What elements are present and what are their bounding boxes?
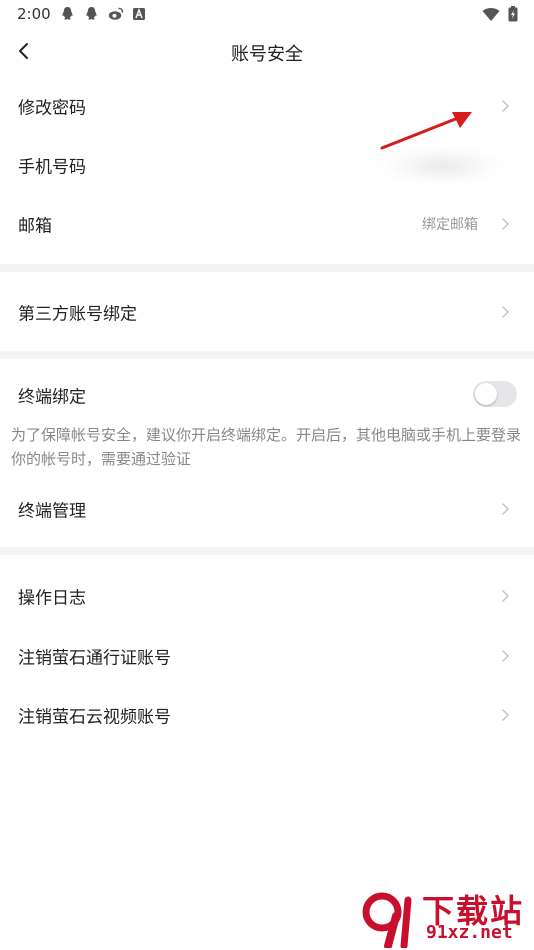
nav-bar: 账号安全 xyxy=(0,28,534,76)
email-row[interactable]: 邮箱 绑定邮箱 xyxy=(0,194,534,253)
chevron-right-icon xyxy=(502,502,509,515)
chevron-right-icon xyxy=(502,708,509,721)
watermark-url: 91xz.net xyxy=(426,922,513,943)
terminal-binding-description: 为了保障帐号安全，建议你开启终端绑定。开启后，其他电脑或手机上要登录你的帐号时，… xyxy=(11,426,522,468)
toggle-knob xyxy=(475,383,497,405)
watermark: 下载站 91xz.net xyxy=(360,886,530,948)
third-party-binding-row[interactable]: 第三方账号绑定 xyxy=(0,282,534,341)
email-label: 邮箱 xyxy=(18,216,52,236)
terminal-manage-row[interactable]: 终端管理 xyxy=(0,479,534,538)
qq-icon xyxy=(60,6,75,21)
chevron-right-icon xyxy=(502,217,509,230)
chevron-right-icon xyxy=(502,589,509,602)
status-bar: 2:00 xyxy=(0,0,534,28)
battery-icon xyxy=(508,6,518,26)
cancel-cloud-account-label: 注销萤石云视频账号 xyxy=(18,707,171,727)
notification-a-icon xyxy=(132,6,147,21)
chevron-right-icon xyxy=(502,649,509,662)
section-divider xyxy=(0,547,534,555)
terminal-binding-row: 终端绑定 xyxy=(0,365,534,424)
email-value: 绑定邮箱 xyxy=(422,216,478,233)
section-divider xyxy=(0,264,534,272)
terminal-binding-label: 终端绑定 xyxy=(18,387,86,407)
terminal-binding-toggle[interactable] xyxy=(473,381,517,407)
weibo-icon xyxy=(108,6,124,21)
operation-log-label: 操作日志 xyxy=(18,588,86,608)
wifi-icon xyxy=(482,7,500,26)
status-system-icons xyxy=(482,6,518,26)
change-password-label: 修改密码 xyxy=(18,98,86,118)
watermark-logo-icon xyxy=(362,892,412,948)
blurred-phone-value xyxy=(380,146,505,186)
page-title: 账号安全 xyxy=(231,44,303,65)
cancel-cloud-account-row[interactable]: 注销萤石云视频账号 xyxy=(0,685,534,744)
status-notification-icons xyxy=(60,6,147,21)
third-party-binding-label: 第三方账号绑定 xyxy=(18,304,137,324)
terminal-manage-label: 终端管理 xyxy=(18,501,86,521)
chevron-right-icon xyxy=(502,305,509,318)
section-divider xyxy=(0,351,534,359)
phone-number-label: 手机号码 xyxy=(18,157,86,177)
cancel-pass-account-label: 注销萤石通行证账号 xyxy=(18,648,171,668)
qq-icon xyxy=(84,6,99,21)
operation-log-row[interactable]: 操作日志 xyxy=(0,566,534,625)
status-time: 2:00 xyxy=(17,5,51,23)
cancel-pass-account-row[interactable]: 注销萤石通行证账号 xyxy=(0,626,534,685)
chevron-right-icon xyxy=(502,99,509,112)
